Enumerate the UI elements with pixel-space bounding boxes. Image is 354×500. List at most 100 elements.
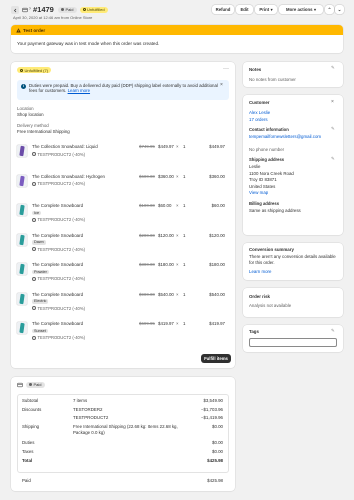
line-item: The Complete Snowboard Powder TESTPRODUCT2… (17, 262, 229, 288)
ddp-notice-text: Duties were prepaid. Buy a delivered dut… (29, 82, 218, 94)
product-thumbnail[interactable] (17, 263, 27, 275)
original-price: $100.00 (139, 203, 155, 208)
original-price: $200.00 (139, 232, 155, 238)
customer-phone: No phone number (249, 147, 285, 152)
print-button[interactable]: Print ▾ (255, 5, 277, 14)
discount-line: TESTPRODUCT2 (-40%) (32, 247, 85, 252)
order-risk-title: Order risk (249, 294, 270, 299)
more-options-icon[interactable]: ··· (223, 66, 229, 74)
discount-2-value: −$1,419.96 (200, 415, 223, 420)
discount-tag-icon (32, 335, 36, 340)
customer-title: Customer (249, 100, 270, 105)
discount-tag-icon (32, 276, 36, 281)
view-map-link[interactable]: View map (249, 190, 268, 196)
unfulfilled-dot-icon (20, 68, 23, 72)
line-item: The Collection Snowboard: Hydrogen TESTPR… (17, 174, 229, 200)
customer-orders-link[interactable]: 17 orders (249, 117, 268, 123)
quantity: 1 (183, 173, 186, 179)
times-sign: × (176, 144, 179, 149)
discount-tag-icon (32, 247, 36, 252)
back-arrow-icon[interactable] (11, 6, 19, 14)
times-sign: × (176, 321, 179, 326)
more-actions-button[interactable]: More actions ▾ (279, 5, 323, 14)
edit-pencil-icon[interactable]: ✎ (331, 156, 335, 161)
variant-badge: Sunset (32, 328, 48, 334)
fulfill-items-button[interactable]: Fulfill items (201, 354, 231, 363)
edit-button[interactable]: Edit (236, 5, 253, 14)
order-icon (22, 7, 28, 13)
conversion-card: Conversion summary There aren't any conv… (243, 243, 343, 280)
payment-icon (17, 382, 23, 388)
discount-tag-icon (32, 217, 36, 222)
next-order-button[interactable]: ⌄ (335, 5, 344, 14)
discount-line: TESTPRODUCT2 (-40%) (32, 306, 85, 311)
delivery-method-value: Free International Shipping (17, 129, 70, 134)
total-label: Total (22, 458, 33, 463)
line-total: $60.00 (211, 203, 225, 208)
discount-line: TESTPRODUCT2 (-40%) (32, 181, 85, 186)
edit-pencil-icon[interactable]: ✎ (331, 328, 335, 333)
refund-button[interactable]: Refund (212, 5, 234, 14)
previous-order-button[interactable]: ⌃ (325, 5, 334, 14)
discounted-price: $449.97 (158, 144, 174, 149)
discounted-price: $120.00 (158, 232, 174, 238)
product-name-link[interactable]: The Complete Snowboard (32, 292, 83, 298)
discounts-label: Discounts (22, 407, 42, 412)
product-name-link[interactable]: The Complete Snowboard (32, 233, 83, 239)
product-name-link[interactable]: The Complete Snowboard (32, 262, 83, 268)
discount-line: TESTPRODUCT2 (-40%) (32, 152, 85, 157)
line-total: $360.00 (209, 173, 225, 179)
customer-name-link[interactable]: Alex Leslie (249, 110, 270, 116)
subtotal-desc: 7 items (73, 398, 88, 403)
close-icon[interactable]: × (331, 99, 334, 106)
shipping-label: Shipping (22, 424, 40, 429)
close-icon[interactable]: × (220, 82, 223, 89)
variant-badge: Dawn (32, 240, 46, 245)
quantity: 1 (183, 144, 186, 149)
product-thumbnail[interactable] (17, 174, 27, 187)
quantity: 1 (183, 232, 186, 238)
duties-value: $0.00 (212, 440, 223, 445)
paid-badge: Paid (58, 6, 77, 13)
times-sign: × (176, 173, 179, 179)
payment-card: Paid Subtotal 7 items $3,549.90 Discount… (11, 377, 235, 491)
ddp-learn-more-link[interactable]: Learn more (68, 88, 90, 93)
line-total: $419.97 (209, 321, 225, 326)
product-thumbnail[interactable] (17, 145, 27, 157)
product-name-link[interactable]: The Complete Snowboard (32, 321, 83, 327)
billing-address-value: Same as shipping address (249, 208, 301, 213)
line-item: The Complete Snowboard Electric TESTPRODUC… (17, 292, 229, 318)
quantity: 1 (183, 291, 186, 297)
original-price: $300.00 (139, 262, 155, 267)
customer-email-link[interactable]: tempemailfornewsletters@gmail.com (249, 134, 331, 140)
shipping-address-title: Shipping address (249, 157, 285, 162)
order-subtitle: April 30, 2020 at 12:46 am from Online S… (13, 15, 93, 20)
duties-label: Duties (22, 440, 35, 445)
notes-card: Notes ✎ No notes from customer (243, 62, 343, 87)
original-price: $699.95 (139, 321, 155, 326)
original-price: $600.00 (139, 173, 155, 179)
paid-dot-icon (61, 8, 64, 12)
address-line-1: Leslie (249, 164, 261, 169)
product-name-link[interactable]: The Collection Snowboard: Liquid (32, 144, 98, 150)
info-icon: i (21, 83, 26, 89)
tags-input[interactable] (249, 338, 337, 347)
product-name-link[interactable]: The Collection Snowboard: Hydrogen (32, 174, 105, 180)
chevron-up-icon: ⌃ (327, 6, 332, 12)
product-thumbnail[interactable] (17, 233, 27, 246)
product-thumbnail[interactable] (17, 322, 27, 334)
edit-pencil-icon[interactable]: ✎ (331, 126, 335, 131)
product-name-link[interactable]: The Complete Snowboard (32, 203, 83, 209)
order-number-sep: › (29, 6, 31, 12)
product-thumbnail[interactable] (17, 292, 27, 305)
tags-card: Tags ✎ (243, 325, 343, 352)
line-item: The Complete Snowboard Ice TESTPRODUCT2 (-… (17, 203, 229, 229)
taxes-label: Taxes (22, 449, 34, 454)
edit-pencil-icon[interactable]: ✎ (331, 65, 335, 70)
chevron-down-icon: ⌄ (337, 6, 342, 12)
conversion-learn-more-link[interactable]: Learn more (249, 269, 271, 275)
product-thumbnail[interactable] (17, 204, 27, 216)
unfulfilled-count-badge: Unfulfilled (7) (17, 67, 52, 74)
chevron-down-icon: ▾ (314, 6, 317, 12)
paid-value: $425.98 (207, 478, 223, 483)
